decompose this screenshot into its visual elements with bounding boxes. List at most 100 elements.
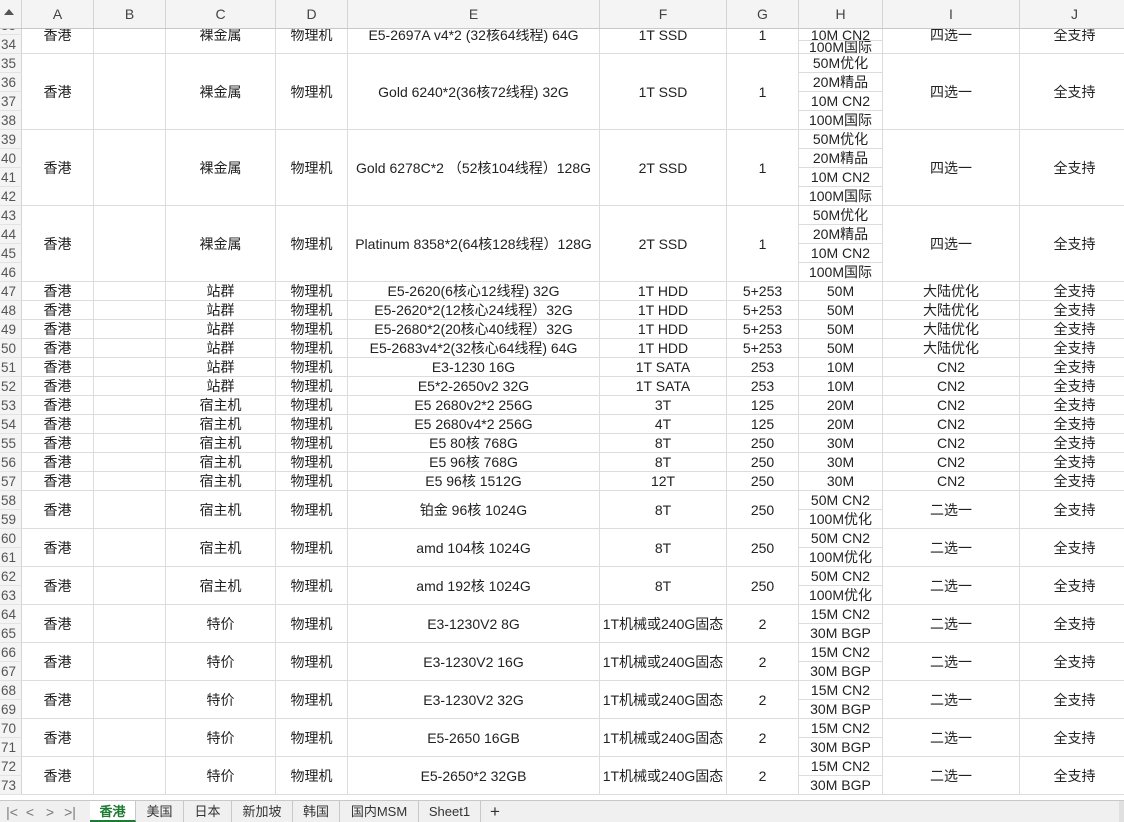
cell-g[interactable]: 125 (727, 396, 799, 415)
cell-j[interactable]: 全支持 (1020, 719, 1124, 757)
cell-e[interactable]: E5 96核 768G (348, 453, 600, 472)
sheet-tab[interactable]: 新加坡 (232, 801, 293, 822)
row-header[interactable]: 54 (0, 415, 22, 434)
row-header[interactable]: 51 (0, 358, 22, 377)
spreadsheet-grid[interactable]: 3334香港裸金属物理机E5-2697A v4*2 (32核64线程) 64G1… (0, 0, 1124, 800)
cell-g[interactable]: 1 (727, 54, 799, 130)
cell-b[interactable] (94, 472, 166, 491)
sheet-tab[interactable]: 美国 (136, 801, 184, 822)
cell-i[interactable]: 四选一 (883, 206, 1020, 282)
cell-h-line[interactable]: 10M (799, 377, 883, 396)
cell-d[interactable]: 物理机 (276, 358, 348, 377)
row-header[interactable]: 69 (0, 700, 22, 719)
cell-g[interactable]: 250 (727, 491, 799, 529)
cell-h-line[interactable]: 15M CN2 (799, 681, 883, 700)
cell-f[interactable]: 8T (600, 434, 727, 453)
cell-d[interactable]: 物理机 (276, 681, 348, 719)
row-header[interactable]: 62 (0, 567, 22, 586)
cell-b[interactable] (94, 320, 166, 339)
first-sheet-button[interactable]: |< (3, 803, 21, 821)
cell-h-line[interactable]: 50M优化 (799, 206, 883, 225)
cell-h-line[interactable]: 20M (799, 396, 883, 415)
cell-h-line[interactable]: 50M CN2 (799, 491, 883, 510)
cell-f[interactable]: 1T机械或240G固态 (600, 719, 727, 757)
cell-d[interactable]: 物理机 (276, 282, 348, 301)
row-header[interactable]: 43 (0, 206, 22, 225)
row-header[interactable]: 37 (0, 92, 22, 111)
row-header[interactable]: 40 (0, 149, 22, 168)
cell-d[interactable]: 物理机 (276, 643, 348, 681)
cell-a[interactable]: 香港 (22, 415, 94, 434)
cell-h-line[interactable]: 30M BGP (799, 700, 883, 719)
sheet-tab[interactable]: 国内MSM (340, 801, 419, 822)
cell-e[interactable]: amd 104核 1024G (348, 529, 600, 567)
row-header[interactable]: 34 (0, 35, 22, 54)
cell-h-line[interactable]: 30M BGP (799, 776, 883, 795)
cell-c[interactable]: 宿主机 (166, 472, 276, 491)
cell-g[interactable]: 125 (727, 415, 799, 434)
row-header[interactable]: 38 (0, 111, 22, 130)
cell-c[interactable]: 宿主机 (166, 453, 276, 472)
cell-j[interactable]: 全支持 (1020, 130, 1124, 206)
cell-a[interactable]: 香港 (22, 130, 94, 206)
cell-d[interactable]: 物理机 (276, 567, 348, 605)
cell-j[interactable]: 全支持 (1020, 529, 1124, 567)
cell-i[interactable]: CN2 (883, 453, 1020, 472)
cell-i[interactable]: 四选一 (883, 130, 1020, 206)
cell-e[interactable]: 铂金 96核 1024G (348, 491, 600, 529)
cell-d[interactable]: 物理机 (276, 491, 348, 529)
cell-b[interactable] (94, 605, 166, 643)
cell-a[interactable]: 香港 (22, 567, 94, 605)
cell-h-line[interactable]: 10M CN2 (799, 244, 883, 263)
cell-a[interactable]: 香港 (22, 472, 94, 491)
row-header[interactable]: 48 (0, 301, 22, 320)
cell-j[interactable]: 全支持 (1020, 605, 1124, 643)
sheet-tab[interactable]: Sheet1 (419, 801, 481, 822)
row-header[interactable]: 49 (0, 320, 22, 339)
sheet-tab[interactable]: 日本 (184, 801, 232, 822)
cell-g[interactable]: 2 (727, 719, 799, 757)
cell-j[interactable]: 全支持 (1020, 643, 1124, 681)
cell-c[interactable]: 宿主机 (166, 434, 276, 453)
cell-e[interactable]: E5-2650 16GB (348, 719, 600, 757)
cell-c[interactable]: 宿主机 (166, 415, 276, 434)
cell-f[interactable]: 8T (600, 453, 727, 472)
cell-h-line[interactable]: 50M CN2 (799, 567, 883, 586)
cell-h-line[interactable]: 50M (799, 282, 883, 301)
row-header[interactable]: 44 (0, 225, 22, 244)
cell-d[interactable]: 物理机 (276, 434, 348, 453)
cell-j[interactable]: 全支持 (1020, 206, 1124, 282)
cell-d[interactable]: 物理机 (276, 320, 348, 339)
cell-g[interactable]: 250 (727, 529, 799, 567)
cell-d[interactable]: 物理机 (276, 206, 348, 282)
row-header[interactable]: 68 (0, 681, 22, 700)
row-header[interactable]: 57 (0, 472, 22, 491)
cell-g[interactable]: 2 (727, 681, 799, 719)
cell-h-line[interactable]: 50M优化 (799, 130, 883, 149)
row-header[interactable]: 60 (0, 529, 22, 548)
cell-d[interactable]: 物理机 (276, 757, 348, 795)
cell-j[interactable]: 全支持 (1020, 415, 1124, 434)
cell-h-line[interactable]: 30M (799, 453, 883, 472)
cell-j[interactable]: 全支持 (1020, 757, 1124, 795)
cell-g[interactable]: 5+253 (727, 301, 799, 320)
column-header-e[interactable]: E (348, 0, 600, 28)
cell-h-line[interactable]: 10M CN2 (799, 168, 883, 187)
cell-c[interactable]: 特价 (166, 757, 276, 795)
cell-i[interactable]: 二选一 (883, 491, 1020, 529)
row-header[interactable]: 64 (0, 605, 22, 624)
cell-a[interactable]: 香港 (22, 434, 94, 453)
sheet-tab[interactable]: 韩国 (293, 801, 340, 822)
cell-f[interactable]: 1T HDD (600, 339, 727, 358)
cell-b[interactable] (94, 491, 166, 529)
cell-h-line[interactable]: 100M优化 (799, 510, 883, 529)
column-header-h[interactable]: H (799, 0, 883, 28)
cell-f[interactable]: 2T SSD (600, 130, 727, 206)
cell-c[interactable]: 裸金属 (166, 206, 276, 282)
column-header-f[interactable]: F (600, 0, 727, 28)
cell-h-line[interactable]: 15M CN2 (799, 643, 883, 662)
cell-d[interactable]: 物理机 (276, 453, 348, 472)
cell-b[interactable] (94, 643, 166, 681)
cell-i[interactable]: 二选一 (883, 567, 1020, 605)
cell-i[interactable]: 大陆优化 (883, 320, 1020, 339)
